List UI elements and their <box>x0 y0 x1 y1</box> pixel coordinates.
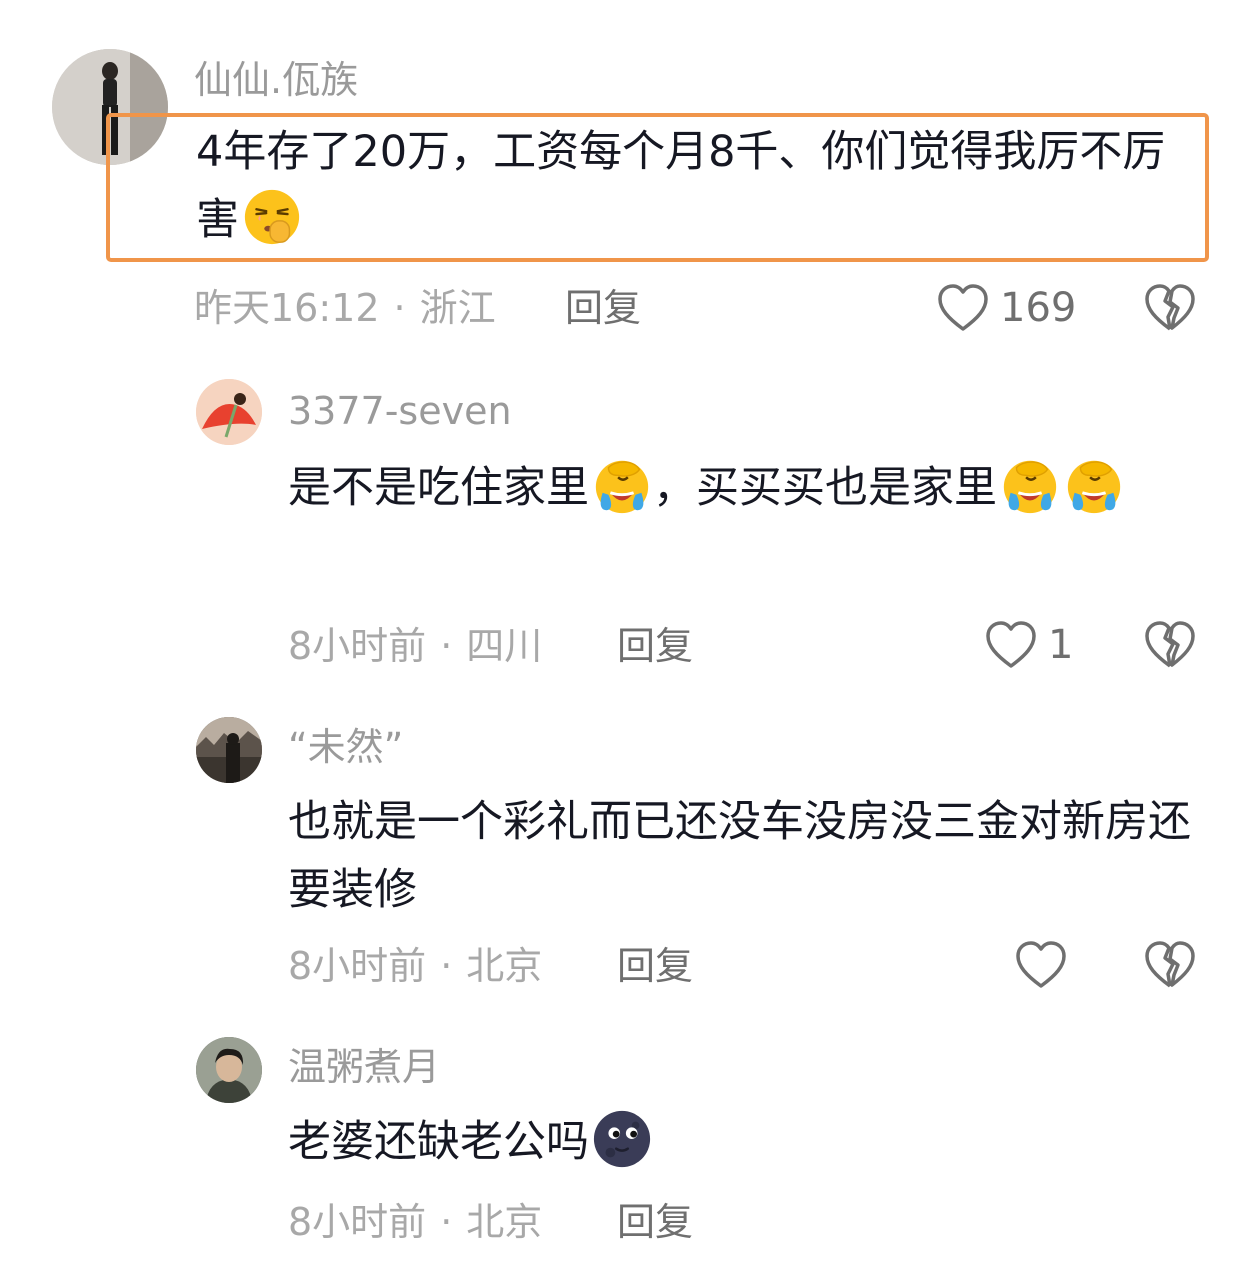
face-palm-crying-emoji-icon <box>1063 454 1125 516</box>
broken-heart-icon <box>1143 283 1197 333</box>
dislike-button[interactable] <box>1143 283 1197 337</box>
location: 北京 <box>466 1200 543 1244</box>
reply-button[interactable]: 回复 <box>617 944 693 988</box>
location: 北京 <box>466 944 543 988</box>
separator: · <box>440 624 453 668</box>
reply-button[interactable]: 回复 <box>617 624 693 668</box>
like-count: 169 <box>1000 285 1077 331</box>
comment-text: 也就是一个彩礼而已还没车没房没三金对新房还要装修 <box>288 788 1218 924</box>
comment-meta: 8小时前 · 北京 <box>288 1200 542 1244</box>
face-palm-crying-emoji-icon <box>591 454 653 516</box>
comment-text-body: 老婆还缺老公吗 <box>288 1117 589 1167</box>
comment-meta: 8小时前 · 四川 <box>288 624 542 668</box>
broken-heart-icon <box>1143 620 1197 670</box>
like-button[interactable]: 169 <box>936 283 1076 333</box>
new-moon-face-emoji-icon <box>591 1108 653 1170</box>
username[interactable]: 3377-seven <box>288 389 512 433</box>
like-count: 1 <box>1048 622 1074 668</box>
separator: · <box>393 286 406 330</box>
username[interactable]: “未然” <box>288 725 403 769</box>
face-palm-crying-emoji-icon <box>999 454 1061 516</box>
location: 四川 <box>466 624 543 668</box>
reply-button[interactable]: 回复 <box>565 286 641 330</box>
dislike-button[interactable] <box>1143 620 1197 674</box>
avatar[interactable] <box>196 1037 262 1103</box>
timestamp: 昨天16:12 <box>194 286 380 330</box>
heart-outline-icon <box>1014 940 1068 990</box>
comment-text: 老婆还缺老公吗 <box>288 1108 1188 1176</box>
timestamp: 8小时前 <box>288 944 427 988</box>
comment-meta: 昨天16:12 · 浙江 <box>194 286 496 330</box>
avatar[interactable] <box>196 717 262 783</box>
timestamp: 8小时前 <box>288 624 427 668</box>
comment-text-part: 是不是吃住家里 <box>288 463 589 513</box>
like-button[interactable] <box>1014 940 1068 990</box>
comment-text-part: ，买买买也是家里 <box>653 463 997 513</box>
timestamp: 8小时前 <box>288 1200 427 1244</box>
comment-text: 是不是吃住家里 ，买买买也是家里 <box>288 448 1188 528</box>
username[interactable]: 温粥煮月 <box>288 1045 440 1089</box>
highlight-box <box>106 113 1209 262</box>
username[interactable]: 仙仙.佤族 <box>194 58 358 102</box>
separator: · <box>440 944 453 988</box>
comment-meta: 8小时前 · 北京 <box>288 944 542 988</box>
heart-outline-icon <box>936 283 990 333</box>
comment-text-body: 也就是一个彩礼而已还没车没房没三金对新房还要装修 <box>288 797 1191 915</box>
dislike-button[interactable] <box>1143 940 1197 994</box>
location: 浙江 <box>419 286 496 330</box>
like-button[interactable]: 1 <box>984 620 1073 670</box>
broken-heart-icon <box>1143 940 1197 990</box>
separator: · <box>440 1200 453 1244</box>
avatar[interactable] <box>196 379 262 445</box>
reply-button[interactable]: 回复 <box>617 1200 693 1244</box>
heart-outline-icon <box>984 620 1038 670</box>
